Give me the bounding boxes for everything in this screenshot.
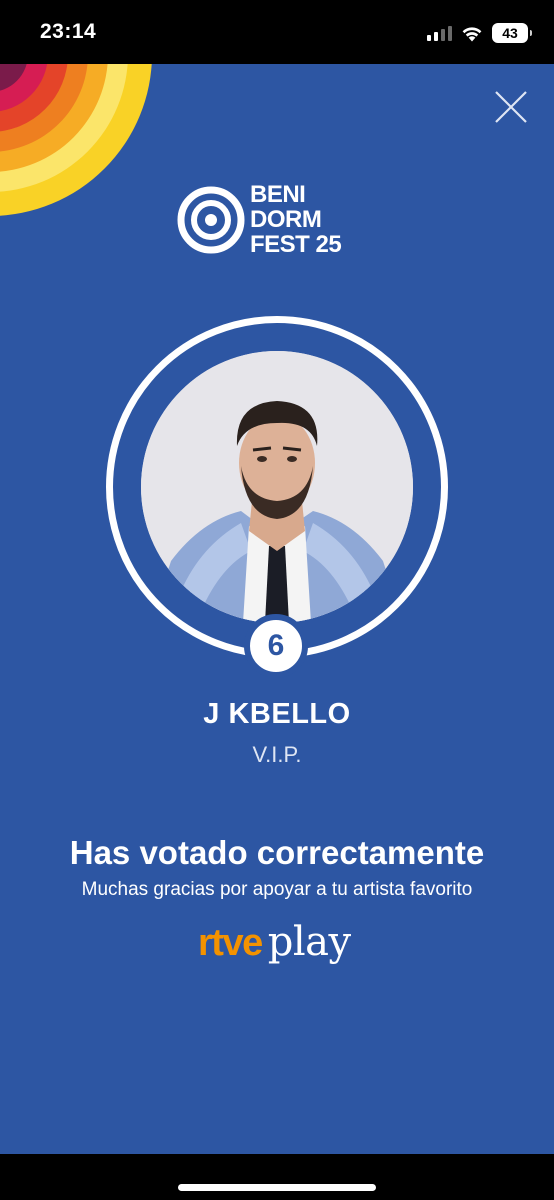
logo-line-2: DORM [250, 206, 322, 233]
battery-icon: 43 [492, 23, 532, 43]
status-icons: 43 [427, 22, 532, 44]
home-bar [0, 1154, 554, 1200]
status-bar: 23:14 43 [0, 0, 554, 64]
target-icon [177, 186, 245, 254]
success-subtitle: Muchas gracias por apoyar a tu artista f… [81, 879, 473, 900]
logo-line-3: FEST 25 [250, 231, 342, 258]
close-button[interactable] [492, 88, 530, 126]
play-wordmark: play [267, 919, 351, 965]
close-icon [495, 91, 527, 123]
rtve-play-logo: rtve play [198, 919, 351, 967]
artist-name: J KBELLO [203, 698, 351, 730]
signal-icon [427, 25, 452, 41]
battery-level: 43 [502, 25, 518, 41]
logo-text: BENI DORM FEST 25 [250, 181, 342, 258]
wifi-icon [462, 27, 482, 42]
song-title: V.I.P. [252, 742, 302, 767]
benidorm-fest-logo: BENI DORM FEST 25 [176, 181, 386, 257]
artist-photo [141, 351, 413, 623]
sunburst-decoration [0, 64, 152, 216]
vote-confirmation-modal: BENI DORM FEST 25 6 J KBELLO V.I.P. Has … [0, 64, 554, 1154]
status-time: 23:14 [40, 20, 97, 43]
contestant-number-badge: 6 [244, 614, 308, 678]
logo-line-1: BENI [250, 181, 306, 208]
home-indicator[interactable] [178, 1184, 376, 1191]
success-title: Has votado correctamente [69, 834, 485, 871]
rtve-wordmark: rtve [198, 922, 263, 964]
